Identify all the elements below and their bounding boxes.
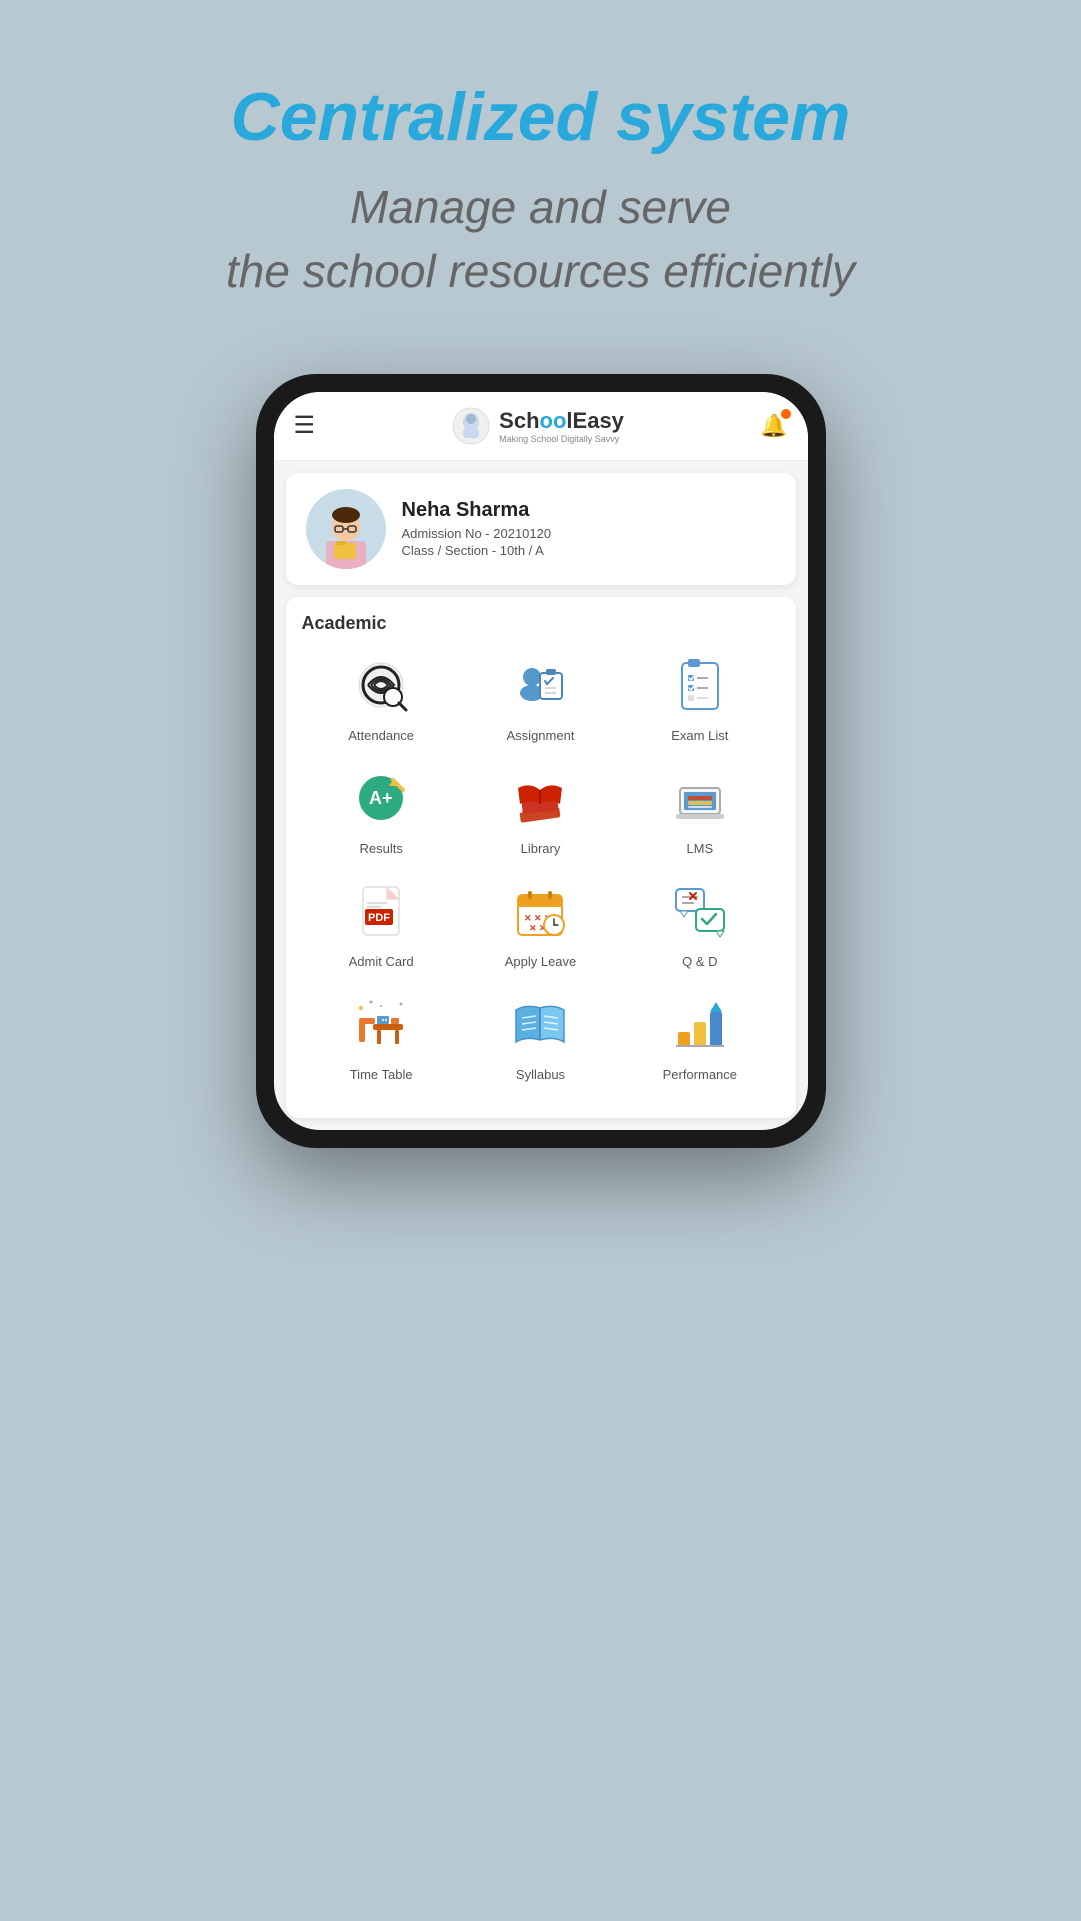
phone-mockup: ☰ SchoolEasy Making School Digitally Sav… xyxy=(256,374,826,1148)
apply-leave-icon: ✕ ✕ ✕ ✕ ✕ xyxy=(510,881,570,941)
profile-card: Neha Sharma Admission No - 20210120 Clas… xyxy=(286,473,796,585)
menu-item-exam-list[interactable]: Exam List xyxy=(640,650,760,743)
app-logo-icon xyxy=(451,406,491,446)
assignment-label: Assignment xyxy=(507,728,575,743)
assignment-icon-box xyxy=(505,650,575,720)
hero-title: Centralized system xyxy=(60,80,1021,155)
apply-leave-icon-box: ✕ ✕ ✕ ✕ ✕ xyxy=(505,876,575,946)
lms-label: LMS xyxy=(686,841,713,856)
lms-icon xyxy=(670,768,730,828)
bell-button[interactable]: 🔔 xyxy=(760,413,787,439)
syllabus-icon-box xyxy=(505,989,575,1059)
hero-section: Centralized system Manage and serve the … xyxy=(0,0,1081,344)
menu-item-lms[interactable]: LMS xyxy=(640,763,760,856)
assignment-icon xyxy=(510,655,570,715)
logo-text: SchoolEasy Making School Digitally Savvy xyxy=(499,408,624,444)
performance-label: Performance xyxy=(663,1067,737,1082)
menu-item-assignment[interactable]: Assignment xyxy=(480,650,600,743)
avatar xyxy=(306,489,386,569)
qd-icon-box xyxy=(665,876,735,946)
menu-item-results[interactable]: A+ Results xyxy=(321,763,441,856)
library-icon xyxy=(510,768,570,828)
menu-item-qd[interactable]: Q & D xyxy=(640,876,760,969)
library-icon-box xyxy=(505,763,575,833)
timetable-icon-box xyxy=(346,989,416,1059)
menu-item-apply-leave[interactable]: ✕ ✕ ✕ ✕ ✕ Apply Leave xyxy=(480,876,600,969)
syllabus-label: Syllabus xyxy=(516,1067,565,1082)
lms-icon-box xyxy=(665,763,735,833)
results-icon: A+ xyxy=(351,768,411,828)
syllabus-icon xyxy=(510,994,570,1054)
phone-outer-shell: ☰ SchoolEasy Making School Digitally Sav… xyxy=(256,374,826,1148)
notification-badge xyxy=(781,409,791,419)
timetable-icon xyxy=(351,994,411,1054)
performance-icon-box xyxy=(665,989,735,1059)
library-label: Library xyxy=(521,841,561,856)
grid-row-3: PDF Admit Card xyxy=(302,876,780,969)
menu-item-performance[interactable]: Performance xyxy=(640,989,760,1082)
hero-subtitle: Manage and serve the school resources ef… xyxy=(60,175,1021,304)
exam-list-icon xyxy=(670,655,730,715)
menu-item-attendance[interactable]: Attendance xyxy=(321,650,441,743)
app-name: SchoolEasy xyxy=(499,408,624,434)
phone-screen: ☰ SchoolEasy Making School Digitally Sav… xyxy=(274,392,808,1130)
svg-text:PDF: PDF xyxy=(368,912,390,924)
svg-text:A+: A+ xyxy=(369,788,393,808)
avatar-image xyxy=(306,489,386,569)
grid-row-4: Time Table xyxy=(302,989,780,1082)
academic-title: Academic xyxy=(302,613,780,634)
app-tagline: Making School Digitally Savvy xyxy=(499,434,624,444)
hamburger-icon[interactable]: ☰ xyxy=(294,411,316,440)
grid-row-1: Attendance xyxy=(302,650,780,743)
admit-card-icon: PDF xyxy=(351,881,411,941)
attendance-icon xyxy=(351,655,411,715)
svg-text:✕: ✕ xyxy=(534,913,542,923)
svg-text:✕: ✕ xyxy=(524,913,532,923)
logo-area: SchoolEasy Making School Digitally Savvy xyxy=(451,406,624,446)
menu-item-syllabus[interactable]: Syllabus xyxy=(480,989,600,1082)
admit-card-label: Admit Card xyxy=(349,954,414,969)
student-name: Neha Sharma xyxy=(402,499,776,522)
results-label: Results xyxy=(359,841,402,856)
menu-item-library[interactable]: Library xyxy=(480,763,600,856)
menu-item-admit-card[interactable]: PDF Admit Card xyxy=(321,876,441,969)
timetable-label: Time Table xyxy=(350,1067,413,1082)
academic-section: Academic xyxy=(286,597,796,1118)
admission-number: Admission No - 20210120 xyxy=(402,526,776,541)
performance-icon xyxy=(670,994,730,1054)
grid-row-2: A+ Results xyxy=(302,763,780,856)
attendance-icon-box xyxy=(346,650,416,720)
apply-leave-label: Apply Leave xyxy=(505,954,577,969)
qd-label: Q & D xyxy=(682,954,717,969)
attendance-label: Attendance xyxy=(348,728,414,743)
app-bar: ☰ SchoolEasy Making School Digitally Sav… xyxy=(274,392,808,461)
results-icon-box: A+ xyxy=(346,763,416,833)
class-section: Class / Section - 10th / A xyxy=(402,543,776,558)
exam-list-label: Exam List xyxy=(671,728,728,743)
qd-icon xyxy=(670,881,730,941)
profile-info: Neha Sharma Admission No - 20210120 Clas… xyxy=(402,499,776,558)
exam-list-icon-box xyxy=(665,650,735,720)
admit-card-icon-box: PDF xyxy=(346,876,416,946)
svg-text:✕: ✕ xyxy=(529,923,537,933)
menu-item-timetable[interactable]: Time Table xyxy=(321,989,441,1082)
